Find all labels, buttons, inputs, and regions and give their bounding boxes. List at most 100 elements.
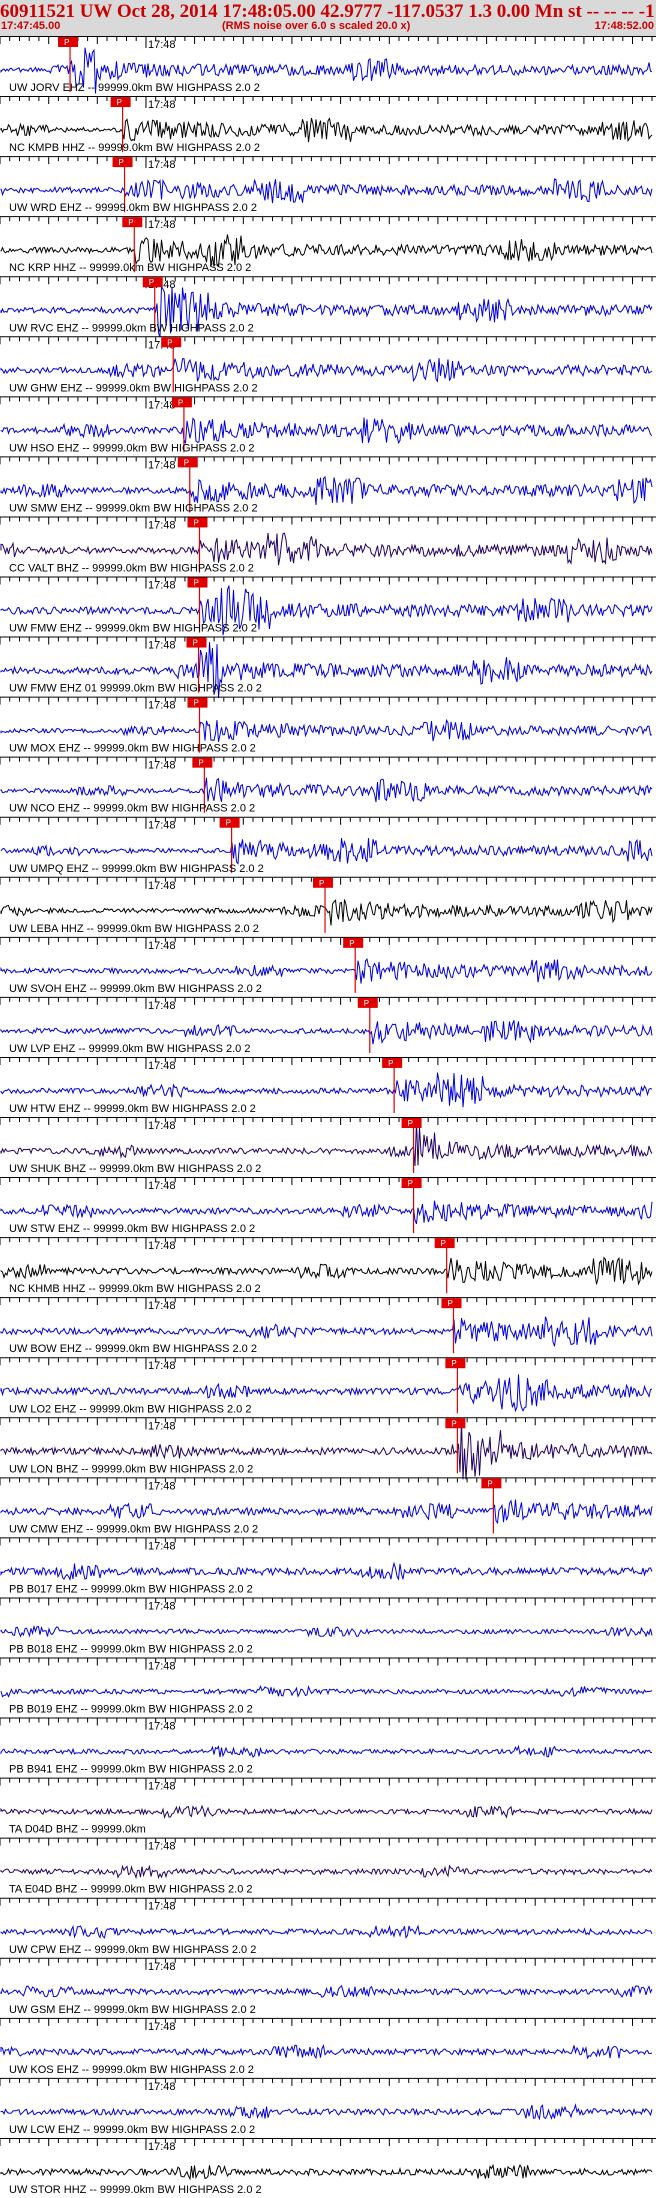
pick-label: P bbox=[117, 98, 122, 107]
time-ticks bbox=[0, 1898, 653, 1906]
pick-label: P bbox=[198, 759, 203, 768]
minute-tick-label: 17:48 bbox=[148, 1120, 176, 1132]
time-ticks bbox=[0, 37, 653, 44]
waveform bbox=[0, 1984, 653, 1999]
station-label: UW HTW EHZ -- 99999.0km BW HIGHPASS 2.0 … bbox=[9, 1103, 256, 1115]
waveform bbox=[0, 1744, 653, 1758]
header-bar: 60911521 UW Oct 28, 2014 17:48:05.00 42.… bbox=[0, 0, 656, 36]
time-ticks bbox=[0, 337, 653, 345]
trace-13: 17:48 P UW NCO EHZ -- 99999.0km BW HIGHPAS… bbox=[0, 756, 656, 815]
trace-25: 17:48 P UW CMW EHZ -- 99999.0km BW HIGHPAS… bbox=[0, 1477, 656, 1535]
station-label: UW FMW EHZ 01 99999.0km BW HIGHPASS 2.0 … bbox=[9, 683, 262, 695]
station-label: UW LO2 EHZ -- 99999.0km BW HIGHPASS 2.0 … bbox=[9, 1403, 251, 1415]
pick-label: P bbox=[451, 1359, 456, 1368]
station-label: UW CMW EHZ -- 99999.0km BW HIGHPASS 2.0 … bbox=[9, 1523, 258, 1535]
trace-23: 17:48 P UW LO2 EHZ -- 99999.0km BW HIGHPAS… bbox=[0, 1357, 656, 1415]
pick-label: P bbox=[487, 1479, 492, 1488]
minute-tick-label: 17:48 bbox=[148, 820, 176, 832]
time-ticks bbox=[0, 757, 653, 765]
minute-tick-label: 17:48 bbox=[148, 880, 176, 892]
trace-19: 17:48 P UW SHUK BHZ -- 99999.0km BW HIGHPA… bbox=[0, 1117, 656, 1175]
minute-tick-label: 17:48 bbox=[148, 1300, 176, 1312]
minute-tick-label: 17:48 bbox=[148, 219, 176, 231]
waveform bbox=[0, 1685, 653, 1698]
trace-36: 17:48 UW STOR HHZ -- 99999.0km BW HIGHPAS… bbox=[0, 2137, 656, 2196]
trace-20: 17:48 P UW STW EHZ -- 99999.0km BW HIGHPAS… bbox=[0, 1177, 656, 1235]
trace-16: 17:48 P UW SVOH EHZ -- 99999.0km BW HIGHPA… bbox=[0, 936, 656, 995]
time-ticks bbox=[0, 2018, 653, 2026]
time-ticks bbox=[0, 937, 653, 945]
time-ticks bbox=[0, 997, 653, 1005]
time-ticks bbox=[0, 1598, 653, 1606]
station-label: UW GHW EHZ -- 99999.0km BW HIGHPASS 2.0 … bbox=[9, 382, 258, 394]
waveform bbox=[0, 1200, 653, 1225]
station-label: UW STOR HHZ -- 99999.0km BW HIGHPASS 2.0… bbox=[9, 2184, 262, 2196]
minute-tick-label: 17:48 bbox=[148, 2021, 176, 2033]
waveform bbox=[0, 838, 653, 865]
waveform bbox=[0, 2163, 653, 2181]
station-label: TA E04D BHZ -- 99999.0km BW HIGHPASS 2.0… bbox=[9, 1884, 253, 1896]
trace-17: 17:48 P UW LVP EHZ -- 99999.0km BW HIGHPAS… bbox=[0, 996, 656, 1055]
pick-label: P bbox=[447, 1299, 452, 1308]
station-label: NC KMPB HHZ -- 99999.0km BW HIGHPASS 2.0… bbox=[9, 142, 260, 154]
minute-tick-label: 17:48 bbox=[148, 760, 176, 772]
time-ticks bbox=[0, 697, 653, 705]
waveform bbox=[0, 1924, 653, 1939]
trace-33: 17:48 UW GSM EHZ -- 99999.0km BW HIGHPASS… bbox=[0, 1957, 656, 2016]
station-label: UW NCO EHZ -- 99999.0km BW HIGHPASS 2.0 … bbox=[9, 803, 255, 815]
trace-7: 17:48 P UW HSO EHZ -- 99999.0km BW HIGHPAS… bbox=[0, 396, 656, 454]
station-label: UW MOX EHZ -- 99999.0km BW HIGHPASS 2.0 … bbox=[9, 743, 256, 755]
start-time: 17:47:45.00 bbox=[1, 20, 61, 32]
waveform bbox=[0, 718, 653, 743]
minute-tick-label: 17:48 bbox=[148, 1540, 176, 1552]
time-ticks bbox=[0, 1778, 653, 1786]
trace-22: 17:48 P UW BOW EHZ -- 99999.0km BW HIGHPAS… bbox=[0, 1297, 656, 1355]
pick-label: P bbox=[408, 1119, 413, 1128]
pick-label: P bbox=[64, 38, 69, 47]
pick-label: P bbox=[388, 1059, 393, 1068]
station-label: UW LCW EHZ -- 99999.0km BW HIGHPASS 2.0 … bbox=[9, 2124, 255, 2136]
time-ticks bbox=[0, 637, 653, 645]
pick-label: P bbox=[408, 1179, 413, 1188]
waveform bbox=[0, 1864, 653, 1880]
trace-10: 17:48 P UW FMW EHZ -- 99999.0km BW HIGHPAS… bbox=[0, 576, 656, 636]
trace-2: 17:48 P NC KMPB HHZ -- 99999.0km BW HIGHPA… bbox=[0, 96, 656, 154]
waveform bbox=[0, 1804, 653, 1820]
pick-label: P bbox=[451, 1419, 456, 1428]
time-ticks bbox=[0, 2138, 653, 2146]
trace-5: 17:48PUW RVC EHZ -- 99999.0km BW HIGHPAS… bbox=[0, 276, 656, 338]
waveform bbox=[0, 1624, 653, 1638]
time-ticks bbox=[0, 217, 653, 225]
rms-note: (RMS noise over 6.0 s scaled 20.0 x) bbox=[222, 20, 411, 32]
pick-label: P bbox=[364, 999, 369, 1008]
time-ticks bbox=[0, 2078, 653, 2086]
trace-9: 17:48 P CC VALT BHZ -- 99999.0km BW HIGHPA… bbox=[0, 516, 656, 575]
minute-tick-label: 17:48 bbox=[148, 700, 176, 712]
waveform bbox=[0, 1316, 653, 1347]
waveform bbox=[0, 2103, 653, 2121]
station-label: UW SMW EHZ -- 99999.0km BW HIGHPASS 2.0 … bbox=[9, 502, 258, 514]
pick-label: P bbox=[167, 338, 172, 347]
station-label: UW WRD EHZ -- 99999.0km BW HIGHPASS 2.0 … bbox=[9, 202, 257, 214]
station-label: NC KRP HHZ -- 99999.0km BW HIGHPASS 2.0 … bbox=[9, 262, 251, 274]
station-label: UW GSM EHZ -- 99999.0km BW HIGHPASS 2.0 … bbox=[9, 2004, 256, 2016]
waveform bbox=[0, 899, 653, 926]
waveform bbox=[0, 1561, 653, 1581]
time-ticks bbox=[0, 277, 653, 285]
minute-tick-label: 17:48 bbox=[148, 1480, 176, 1492]
minute-tick-label: 17:48 bbox=[148, 1000, 176, 1012]
pick-label: P bbox=[119, 158, 124, 167]
seismogram-plot: 17:48 P UW JORV EHZ -- 99999.0km BW HIGHPA… bbox=[0, 36, 656, 2196]
time-ticks bbox=[0, 1538, 653, 1546]
minute-tick-label: 17:48 bbox=[148, 1240, 176, 1252]
pick-label: P bbox=[193, 518, 198, 527]
time-subline: 17:47:45.00 (RMS noise over 6.0 s scaled… bbox=[0, 20, 656, 34]
station-label: UW LEBA HHZ -- 99999.0km BW HIGHPASS 2.0… bbox=[9, 923, 259, 935]
pick-label: P bbox=[193, 639, 198, 648]
trace-21: 17:48 P NC KHMB HHZ -- 99999.0km BW HIGHPA… bbox=[0, 1237, 656, 1295]
station-label: UW FMW EHZ -- 99999.0km BW HIGHPASS 2.0 … bbox=[9, 623, 257, 635]
trace-29: 17:48 PB B941 EHZ -- 99999.0km BW HIGHPAS… bbox=[0, 1717, 656, 1776]
minute-tick-label: 17:48 bbox=[148, 1060, 176, 1072]
station-label: UW UMPQ EHZ -- 99999.0km BW HIGHPASS 2.0… bbox=[9, 863, 264, 875]
minute-tick-label: 17:48 bbox=[148, 99, 176, 111]
